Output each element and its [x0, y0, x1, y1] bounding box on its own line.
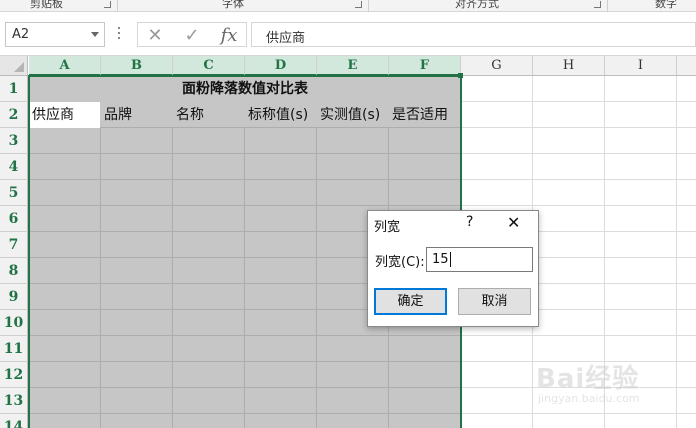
row-header-7[interactable]: 7 — [0, 232, 28, 258]
fill-handle[interactable] — [458, 73, 463, 78]
column-header-b[interactable]: B — [101, 56, 173, 76]
drag-handle-icon[interactable] — [118, 27, 121, 41]
column-header-d[interactable]: D — [245, 56, 317, 76]
row-header-1[interactable]: 1 — [0, 76, 28, 102]
name-box[interactable]: A2 — [5, 22, 105, 47]
watermark-url: jingyan.baidu.com — [538, 392, 640, 405]
column-width-dialog: 列宽 ? ✕ 列宽(C): 15 确定 取消 — [367, 210, 539, 327]
column-header-e[interactable]: E — [317, 56, 389, 76]
clipboard-launcher-icon[interactable] — [104, 1, 111, 8]
row-header-5[interactable]: 5 — [0, 180, 28, 206]
row-header-12[interactable]: 12 — [0, 362, 28, 388]
column-width-input[interactable]: 15 — [426, 247, 533, 272]
ribbon-group-alignment: 对齐方式 — [455, 0, 499, 10]
row-header-14[interactable]: 14 — [0, 414, 28, 428]
ribbon-separator — [368, 0, 369, 12]
text-caret — [449, 252, 451, 267]
close-icon[interactable]: ✕ — [507, 213, 520, 232]
row-header-11[interactable]: 11 — [0, 336, 28, 362]
row-header-2[interactable]: 2 — [0, 102, 28, 128]
formula-input-value: 供应商 — [266, 31, 306, 46]
ribbon-group-labels: 剪贴板 字体 对齐方式 数字 — [0, 0, 696, 12]
chevron-down-icon[interactable] — [91, 32, 99, 37]
excel-window: 剪贴板 字体 对齐方式 数字 A2 ✕ ✓ fx 供应商 A B C D E F… — [0, 0, 696, 428]
alignment-launcher-icon[interactable] — [594, 1, 601, 8]
insert-function-icon[interactable]: fx — [216, 25, 242, 46]
row-header-9[interactable]: 9 — [0, 284, 28, 310]
row-header-8[interactable]: 8 — [0, 258, 28, 284]
select-all-icon — [14, 62, 24, 72]
ribbon-group-number: 数字 — [655, 0, 677, 10]
column-header-j[interactable] — [677, 56, 696, 76]
cancel-button[interactable]: 取消 — [458, 288, 531, 315]
row-header-13[interactable]: 13 — [0, 388, 28, 414]
ribbon-group-font: 字体 — [222, 0, 244, 10]
name-box-value: A2 — [12, 27, 30, 42]
column-header-a[interactable]: A — [29, 56, 101, 76]
row-header-3[interactable]: 3 — [0, 128, 28, 154]
row-header-6[interactable]: 6 — [0, 206, 28, 232]
row-header-4[interactable]: 4 — [0, 154, 28, 180]
column-header-g[interactable]: G — [461, 56, 533, 76]
column-width-label: 列宽(C): — [375, 255, 425, 270]
column-width-value: 15 — [432, 252, 449, 267]
dialog-title: 列宽 — [374, 220, 401, 235]
column-header-c[interactable]: C — [173, 56, 245, 76]
ribbon-separator — [607, 0, 608, 12]
font-launcher-icon[interactable] — [355, 1, 362, 8]
ribbon-separator — [117, 0, 118, 12]
select-all-corner[interactable] — [0, 56, 28, 76]
column-header-h[interactable]: H — [533, 56, 605, 76]
ribbon-group-clipboard: 剪贴板 — [30, 0, 63, 10]
row-header-10[interactable]: 10 — [0, 310, 28, 336]
column-header-f[interactable]: F — [389, 56, 461, 76]
check-icon[interactable]: ✓ — [179, 25, 205, 46]
formula-input[interactable]: 供应商 — [251, 22, 696, 47]
ok-button[interactable]: 确定 — [374, 288, 447, 315]
formula-bar: A2 ✕ ✓ fx 供应商 — [0, 12, 696, 56]
baidu-watermark: Bai经验 jingyan.baidu.com — [536, 352, 686, 412]
formula-buttons: ✕ ✓ fx — [137, 22, 247, 47]
column-header-i[interactable]: I — [605, 56, 677, 76]
help-icon[interactable]: ? — [466, 214, 473, 230]
cancel-icon[interactable]: ✕ — [142, 25, 168, 46]
watermark-brand: Bai经验 — [536, 364, 640, 394]
